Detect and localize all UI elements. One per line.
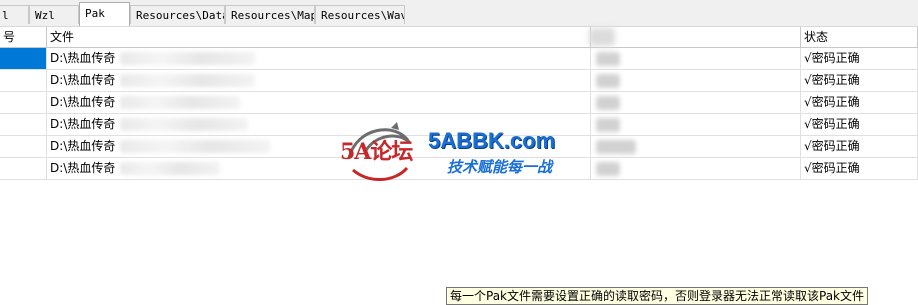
column-header-file[interactable]: 文件 (47, 27, 591, 47)
status-cell: √密码正确 (801, 92, 918, 113)
column-header-index[interactable]: 号 (0, 27, 47, 47)
row-index-cell (0, 48, 47, 69)
table-row[interactable]: D:\热血传奇 √密码正确 (0, 92, 918, 114)
tab-l[interactable]: l (0, 5, 29, 24)
tab-resources-wav[interactable]: Resources\Wav (315, 5, 405, 24)
status-cell: √密码正确 (801, 70, 918, 91)
password-cell (591, 70, 801, 91)
redacted-password (596, 96, 620, 110)
redacted-password (596, 162, 620, 176)
row-index-cell (0, 158, 47, 179)
help-tooltip: 每一个Pak文件需要设置正确的读取密码，否则登录器无法正常读取该Pak文件 (446, 287, 869, 305)
table-header: 号 文件 状态 (0, 27, 918, 48)
status-cell: √密码正确 (801, 136, 918, 157)
tab-resources-data[interactable]: Resources\Data (130, 5, 225, 24)
row-index-cell (0, 70, 47, 91)
tab-pak[interactable]: Pak (79, 2, 130, 26)
password-cell (591, 114, 801, 135)
pak-file-table: 号 文件 状态 D:\热血传奇 √密码正确 D:\热血传奇 √密码正确 D:\热… (0, 27, 918, 180)
redacted-filename (120, 96, 240, 109)
tab-bar: l Wzl Pak Resources\Data Resources\Map R… (0, 0, 918, 27)
row-index-cell (0, 136, 47, 157)
redacted-filename (120, 118, 248, 131)
column-header-status[interactable]: 状态 (801, 27, 918, 47)
table-row[interactable]: D:\热血传奇 √密码正确 (0, 136, 918, 158)
status-cell: √密码正确 (801, 114, 918, 135)
column-header-index-label: 号 (3, 30, 16, 44)
redacted-filename (120, 52, 255, 65)
redacted-filename (120, 162, 220, 175)
redacted-header-label (589, 28, 615, 46)
redacted-password (596, 118, 620, 132)
status-cell: √密码正确 (801, 158, 918, 179)
redacted-filename (120, 140, 270, 153)
table-row[interactable]: D:\热血传奇 √密码正确 (0, 48, 918, 70)
redacted-password (596, 140, 636, 154)
tab-resources-map[interactable]: Resources\Map (225, 5, 315, 24)
row-index-cell (0, 114, 47, 135)
row-index-cell (0, 92, 47, 113)
password-cell (591, 92, 801, 113)
password-cell (591, 48, 801, 69)
table-row[interactable]: D:\热血传奇 √密码正确 (0, 158, 918, 180)
redacted-password (596, 52, 620, 66)
redacted-password (596, 74, 620, 88)
table-row[interactable]: D:\热血传奇 √密码正确 (0, 70, 918, 92)
tab-wzl[interactable]: Wzl (29, 5, 79, 24)
password-cell (591, 158, 801, 179)
column-header-password[interactable] (591, 27, 801, 47)
status-cell: √密码正确 (801, 48, 918, 69)
table-row[interactable]: D:\热血传奇 √密码正确 (0, 114, 918, 136)
redacted-filename (120, 74, 255, 87)
